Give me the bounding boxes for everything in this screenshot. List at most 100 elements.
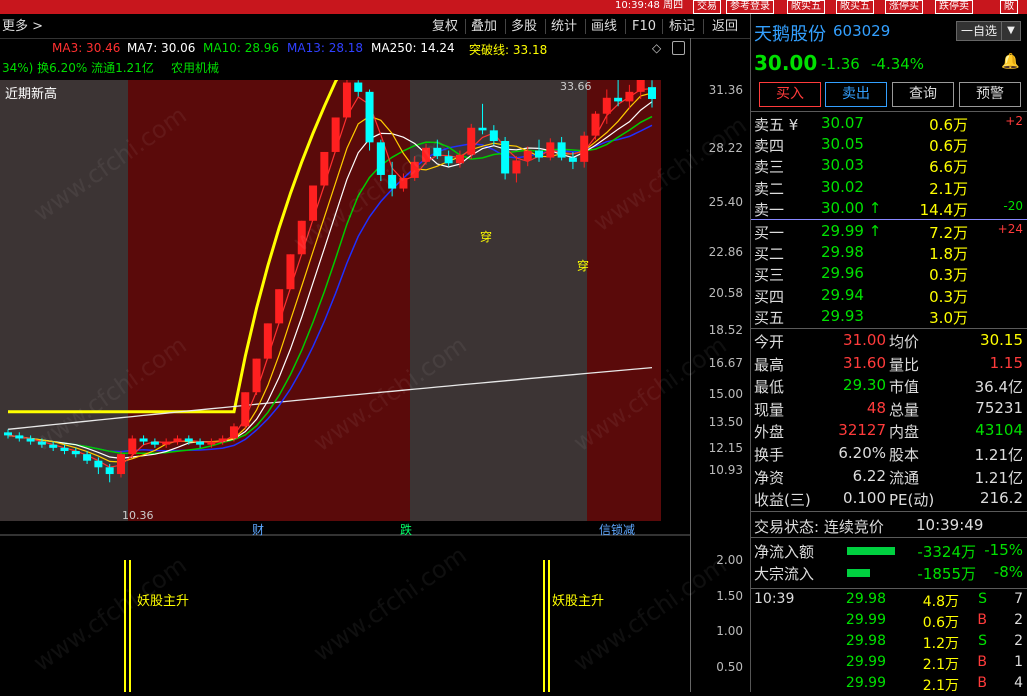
candle[interactable] (478, 127, 487, 131)
quick-buy-button[interactable]: 敞买五 (836, 0, 874, 14)
stats-button[interactable]: 统计 (551, 17, 577, 36)
candle[interactable] (105, 467, 114, 475)
candle[interactable] (467, 127, 476, 155)
candle[interactable] (433, 147, 442, 157)
candle[interactable] (128, 438, 137, 455)
candle[interactable] (320, 151, 329, 186)
candle[interactable] (557, 142, 566, 158)
candle[interactable] (83, 454, 92, 461)
candle[interactable] (580, 135, 589, 162)
ask-row[interactable]: 卖三 30.03 6.6万 (751, 156, 1027, 177)
candle[interactable] (331, 117, 340, 152)
limit-down-sell-button[interactable]: 跌停卖 (935, 0, 973, 14)
trade-button[interactable]: 交易 (693, 0, 721, 14)
stat-row: 今开 31.00 均价 30.15 (751, 331, 1027, 352)
candle[interactable] (139, 438, 148, 442)
candle[interactable] (309, 185, 318, 221)
candle[interactable] (252, 358, 261, 393)
candle[interactable] (444, 156, 453, 164)
candle[interactable] (591, 113, 600, 136)
add-watchlist-button[interactable]: 一自选 (956, 21, 1002, 41)
candle[interactable] (184, 438, 193, 442)
buy-button[interactable]: 买入 (759, 82, 821, 107)
candle[interactable] (15, 435, 24, 439)
draw-line-button[interactable]: 画线 (591, 17, 617, 36)
candle[interactable] (286, 254, 295, 290)
login-button[interactable]: 参考登录 (726, 0, 774, 14)
ask-row[interactable]: 卖四 30.05 0.6万 (751, 135, 1027, 156)
bid-row[interactable]: 买四 29.94 0.3万 (751, 286, 1027, 307)
overlay-button[interactable]: 叠加 (471, 17, 497, 36)
back-button[interactable]: 返回 (712, 17, 738, 36)
more-menu[interactable]: 更多 > (2, 17, 43, 36)
candle[interactable] (207, 441, 216, 445)
multi-stock-button[interactable]: 多股 (511, 17, 537, 36)
bell-icon[interactable]: 🔔 (1001, 52, 1020, 70)
diamond-icon[interactable]: ◇ (652, 41, 661, 55)
candle[interactable] (342, 82, 351, 118)
candle[interactable] (614, 97, 623, 102)
candle[interactable] (523, 150, 532, 161)
candle[interactable] (37, 441, 46, 445)
ask-row[interactable]: 卖五 ¥ 30.07 0.6万 +2 (751, 114, 1027, 135)
candle[interactable] (173, 438, 182, 442)
candle[interactable] (602, 97, 611, 114)
tick-row: 29.99 2.1万 B 4 (751, 675, 1027, 696)
candle[interactable] (501, 140, 510, 174)
candle[interactable] (546, 142, 555, 158)
candle[interactable] (648, 87, 656, 99)
candle[interactable] (71, 450, 80, 455)
candle[interactable] (354, 82, 363, 92)
candle[interactable] (636, 80, 645, 92)
candle[interactable] (625, 91, 634, 102)
drop-marker[interactable]: 跌 (400, 521, 412, 538)
candle[interactable] (60, 447, 69, 451)
bid-price: 29.99 ↑ (821, 222, 882, 240)
candle[interactable] (512, 160, 521, 174)
bid-row[interactable]: 买二 29.98 1.8万 (751, 243, 1027, 264)
f10-button[interactable]: F10 (632, 17, 656, 36)
y-tick-label: 10.93 (708, 463, 743, 477)
candle[interactable] (297, 220, 306, 255)
candle[interactable] (218, 438, 227, 442)
query-button[interactable]: 查询 (892, 82, 954, 107)
candle[interactable] (489, 130, 498, 141)
info-marker[interactable]: 信锁减 (599, 521, 635, 538)
mark-button[interactable]: 标记 (669, 17, 695, 36)
candle[interactable] (275, 289, 284, 324)
ask-row[interactable]: 卖一 30.00 ↑ 14.4万 -20 (751, 199, 1027, 220)
candle[interactable] (196, 441, 205, 445)
candle[interactable] (150, 441, 159, 445)
candle[interactable] (422, 147, 431, 162)
candle[interactable] (241, 392, 250, 427)
bid-row[interactable]: 买五 29.93 3.0万 (751, 307, 1027, 328)
chevron-down-icon[interactable]: ▼ (1001, 21, 1021, 41)
candle[interactable] (399, 177, 408, 189)
candle[interactable] (49, 444, 58, 448)
limit-up-buy-button[interactable]: 涨停买 (885, 0, 923, 14)
candle[interactable] (365, 91, 374, 143)
sell-button[interactable]: 卖出 (825, 82, 887, 107)
candle[interactable] (455, 154, 464, 164)
quick-sell-button[interactable]: 敞实五 (787, 0, 825, 14)
candle[interactable] (162, 441, 171, 445)
bid-row[interactable]: 买三 29.96 0.3万 (751, 264, 1027, 285)
finance-marker[interactable]: 财 (252, 521, 264, 538)
more-strip-button[interactable]: 敞 (1000, 0, 1018, 14)
candle[interactable] (26, 438, 35, 442)
candle[interactable] (568, 157, 577, 162)
fuquan-button[interactable]: 复权 (432, 17, 458, 36)
candle[interactable] (535, 150, 544, 158)
ask-row[interactable]: 卖二 30.02 2.1万 (751, 178, 1027, 199)
candle[interactable] (410, 161, 419, 178)
candle[interactable] (229, 426, 238, 439)
toggle-icon[interactable] (672, 41, 685, 55)
bid-row[interactable]: 买一 29.99 ↑ 7.2万 +24 (751, 222, 1027, 243)
candle[interactable] (94, 460, 103, 468)
candle[interactable] (388, 174, 397, 189)
candle[interactable] (4, 432, 12, 436)
alert-button[interactable]: 预警 (959, 82, 1021, 107)
candle[interactable] (376, 142, 385, 175)
candle[interactable] (263, 323, 272, 359)
candle[interactable] (116, 454, 125, 475)
